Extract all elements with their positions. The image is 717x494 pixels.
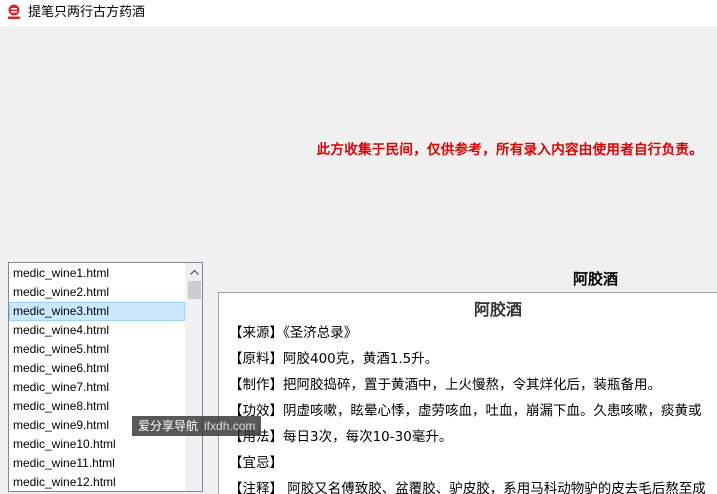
content-heading: 阿胶酒	[473, 300, 522, 319]
file-list-item[interactable]: medic_wine8.html	[9, 397, 185, 416]
content-line-efficacy: 【功效】阴虚咳嗽，眩晕心悸，虚劳咳血，吐血，崩漏下血。久患咳嗽，痰黄或	[229, 403, 702, 419]
file-list-item[interactable]: medic_wine2.html	[9, 283, 185, 302]
content-line-usage: 【用法】每日3次，每次10-30毫升。	[229, 429, 453, 445]
content-line-notes: 【注释】 阿胶又名傅致胶、盆覆胶、驴皮胶，系用马科动物驴的皮去毛后熬至成	[229, 481, 706, 494]
watermark-text: 爱分享导航	[138, 419, 199, 433]
title-bar: 提笔只两行古方药酒	[0, 0, 717, 27]
file-list-item[interactable]: medic_wine5.html	[9, 340, 185, 359]
file-list-item[interactable]: medic_wine1.html	[9, 264, 185, 283]
content-line-cautions: 【宜忌】	[229, 455, 283, 471]
article-title: 阿胶酒	[572, 270, 618, 288]
disclaimer-text: 此方收集于民间，仅供参考，所有录入内容由使用者自行负责。	[316, 142, 703, 158]
file-list-item[interactable]: medic_wine10.html	[9, 435, 185, 454]
file-list-scrollbar[interactable]	[185, 263, 202, 491]
file-list-item[interactable]: medic_wine12.html	[9, 473, 185, 491]
content-pane[interactable]: 阿胶酒 【来源】《圣济总录》 【原料】阿胶400克，黄酒1.5升。 【制作】把阿…	[218, 292, 717, 494]
watermark-overlay: 爱分享导航 ifxdh.com	[132, 416, 262, 436]
content-line-source: 【来源】《圣济总录》	[229, 325, 358, 341]
window-title: 提笔只两行古方药酒	[28, 5, 146, 20]
file-list-items: medic_wine1.html medic_wine2.html medic_wi…	[9, 264, 185, 491]
file-list-item[interactable]: medic_wine4.html	[9, 321, 185, 340]
scroll-thumb[interactable]	[188, 281, 201, 299]
file-list-item[interactable]: medic_wine3.html	[9, 302, 185, 321]
watermark-url: ifxdh.com	[204, 419, 256, 433]
file-list[interactable]: medic_wine1.html medic_wine2.html medic_wi…	[8, 262, 203, 492]
file-list-item[interactable]: medic_wine11.html	[9, 454, 185, 473]
app-logo-icon	[8, 4, 20, 19]
chevron-up-icon	[190, 269, 199, 275]
content-line-preparation: 【制作】把阿胶捣碎，置于黄酒中，上火慢熬，令其烊化后，装瓶备用。	[229, 377, 661, 393]
file-list-item[interactable]: medic_wine6.html	[9, 359, 185, 378]
content-line-ingredients: 【原料】阿胶400克，黄酒1.5升。	[229, 351, 439, 367]
scroll-up-button[interactable]	[186, 263, 202, 280]
file-list-item[interactable]: medic_wine7.html	[9, 378, 185, 397]
